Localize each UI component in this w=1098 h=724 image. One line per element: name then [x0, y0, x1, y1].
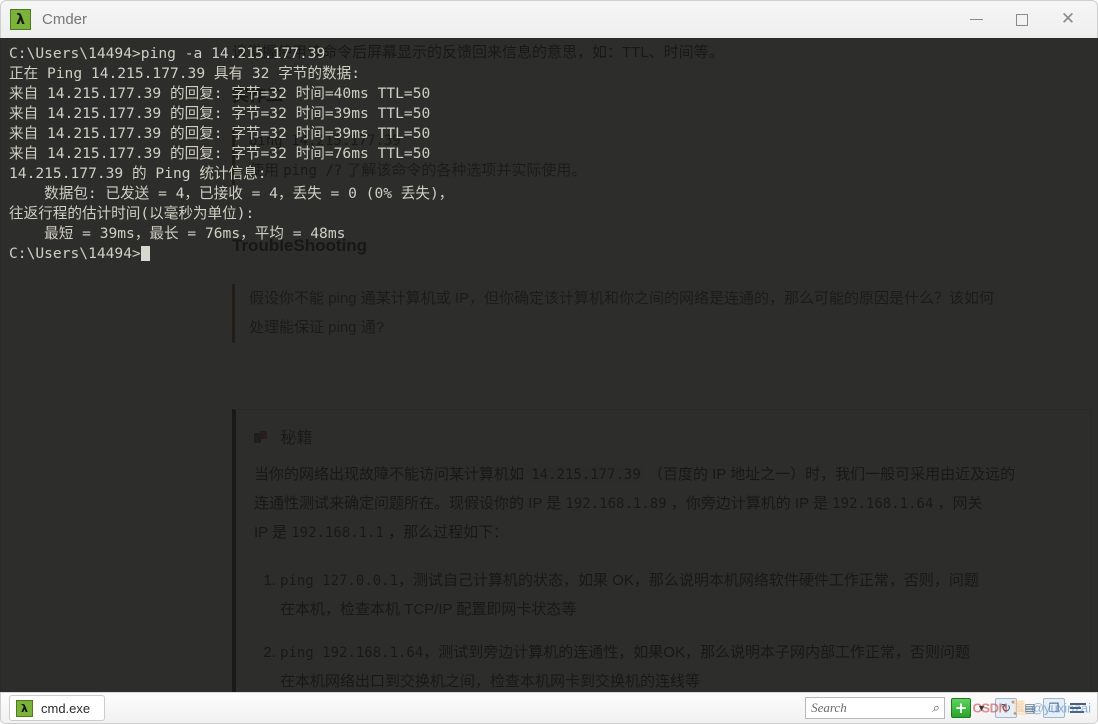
terminal-prompt: C:\Users\14494>: [9, 245, 141, 262]
terminal-line: 14.215.177.39 的 Ping 统计信息:: [9, 165, 267, 182]
lambda-icon: λ: [10, 9, 31, 30]
magnifier-icon: ⌕: [931, 700, 940, 715]
close-icon: ✕: [1060, 9, 1076, 29]
search-placeholder: Search: [811, 700, 847, 715]
terminal-line: 来自 14.215.177.39 的回复: 字节=32 时间=40ms TTL=…: [9, 85, 431, 102]
terminal-line: 来自 14.215.177.39 的回复: 字节=32 时间=39ms TTL=…: [9, 105, 431, 122]
title-bar[interactable]: λ Cmder ✕: [0, 0, 1098, 38]
tab-label: cmd.exe: [41, 700, 91, 716]
search-input[interactable]: Search ⌕: [805, 697, 946, 719]
maximize-button[interactable]: [999, 1, 1045, 38]
terminal-console[interactable]: C:\Users\14494>ping -a 14.215.177.39 正在 …: [0, 38, 1098, 692]
new-tab-button[interactable]: +: [951, 698, 972, 718]
terminal-line: 数据包: 已发送 = 4，已接收 = 4，丢失 = 0 (0% 丢失)，: [9, 185, 454, 202]
lambda-glyph: λ: [16, 11, 25, 28]
terminal-line: 来自 14.215.177.39 的回复: 字节=32 时间=39ms TTL=…: [9, 125, 431, 142]
lambda-icon: λ: [16, 699, 33, 717]
plus-icon: +: [954, 698, 968, 717]
lock-icon[interactable]: ▤: [1019, 698, 1041, 718]
terminal-cursor: [140, 246, 150, 261]
terminal-line: 往返行程的估计时间(以毫秒为单位):: [9, 205, 255, 222]
window-title: Cmder: [42, 11, 88, 28]
terminal-line: 最短 = 39ms，最长 = 76ms，平均 = 48ms: [9, 225, 346, 242]
minimize-button[interactable]: [953, 1, 999, 38]
refresh-icon[interactable]: ↻: [995, 698, 1017, 718]
terminal-line: 来自 14.215.177.39 的回复: 字节=32 时间=76ms TTL=…: [9, 145, 431, 162]
cmder-window: λ Cmder ✕ C:\Users\14494>ping -a 14.215.…: [0, 0, 1098, 724]
terminal-line: 正在 Ping 14.215.177.39 具有 32 字节的数据:: [9, 65, 360, 82]
minimize-icon: [969, 19, 983, 20]
tab-cmd-exe[interactable]: λ cmd.exe: [9, 695, 106, 721]
lambda-glyph: λ: [21, 701, 28, 715]
window-icon[interactable]: ❒: [1043, 698, 1065, 718]
lines-icon[interactable]: [1067, 698, 1089, 718]
lines-glyph: [1070, 703, 1086, 713]
status-bar: λ cmd.exe Search ⌕ + ▼ ↻ ▤ ❒ CSDN 📜 @yux…: [0, 692, 1098, 724]
terminal-prompt-line[interactable]: C:\Users\14494>: [9, 244, 1097, 264]
terminal-line: C:\Users\14494>ping -a 14.215.177.39: [9, 45, 326, 62]
maximize-icon: [1016, 13, 1028, 26]
chevron-down-icon[interactable]: ▼: [977, 703, 986, 713]
close-button[interactable]: ✕: [1045, 1, 1091, 38]
